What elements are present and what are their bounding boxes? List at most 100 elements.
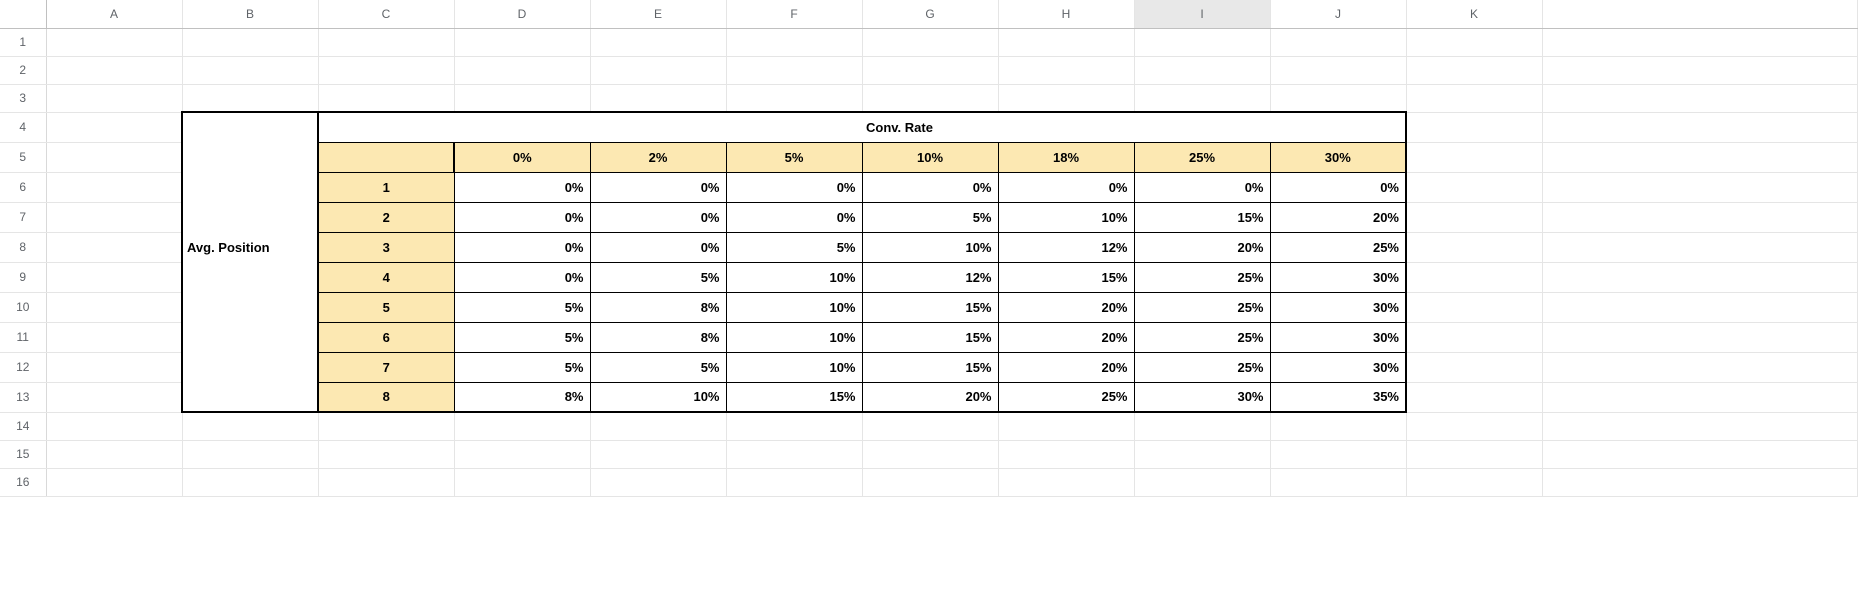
cell-E4[interactable] [590, 112, 726, 142]
cell-A8[interactable] [46, 232, 182, 262]
cell-A14[interactable] [46, 412, 182, 440]
avg-position-header-1[interactable]: 2 [318, 202, 454, 232]
cell-A1[interactable] [46, 28, 182, 56]
cell-I2[interactable] [1134, 56, 1270, 84]
cell-K10[interactable] [1406, 292, 1542, 322]
cell-K3[interactable] [1406, 84, 1542, 112]
row-header-2[interactable]: 2 [0, 56, 46, 84]
cell-B4[interactable] [182, 112, 318, 142]
conv-rate-header-0[interactable]: 0% [454, 142, 590, 172]
data-cell-r4-c6[interactable]: 30% [1270, 292, 1406, 322]
cell-C14[interactable] [318, 412, 454, 440]
col-header-H[interactable]: H [998, 0, 1134, 28]
data-cell-r2-c4[interactable]: 12% [998, 232, 1134, 262]
col-header-K[interactable]: K [1406, 0, 1542, 28]
data-cell-r2-c1[interactable]: 0% [590, 232, 726, 262]
data-cell-r6-c1[interactable]: 5% [590, 352, 726, 382]
cell-A11[interactable] [46, 322, 182, 352]
data-cell-r2-c5[interactable]: 20% [1134, 232, 1270, 262]
data-cell-r6-c0[interactable]: 5% [454, 352, 590, 382]
row-header-9[interactable]: 9 [0, 262, 46, 292]
data-cell-r3-c1[interactable]: 5% [590, 262, 726, 292]
data-cell-r5-c2[interactable]: 10% [726, 322, 862, 352]
cell-B11[interactable] [182, 322, 318, 352]
cell-C15[interactable] [318, 440, 454, 468]
row-header-3[interactable]: 3 [0, 84, 46, 112]
cell-A15[interactable] [46, 440, 182, 468]
cell-K8[interactable] [1406, 232, 1542, 262]
row-header-16[interactable]: 16 [0, 468, 46, 496]
row-header-7[interactable]: 7 [0, 202, 46, 232]
col-header-J[interactable]: J [1270, 0, 1406, 28]
cell-D16[interactable] [454, 468, 590, 496]
cell-H1[interactable] [998, 28, 1134, 56]
cell-D1[interactable] [454, 28, 590, 56]
cell-G16[interactable] [862, 468, 998, 496]
data-cell-r6-c3[interactable]: 15% [862, 352, 998, 382]
data-cell-r3-c5[interactable]: 25% [1134, 262, 1270, 292]
data-cell-r5-c5[interactable]: 25% [1134, 322, 1270, 352]
col-header-F[interactable]: F [726, 0, 862, 28]
cell-K12[interactable] [1406, 352, 1542, 382]
cell-E14[interactable] [590, 412, 726, 440]
row-header-14[interactable]: 14 [0, 412, 46, 440]
cell-F2[interactable] [726, 56, 862, 84]
cell-K9[interactable] [1406, 262, 1542, 292]
cell-G15[interactable] [862, 440, 998, 468]
cell-D15[interactable] [454, 440, 590, 468]
data-cell-r1-c2[interactable]: 0% [726, 202, 862, 232]
cell-J2[interactable] [1270, 56, 1406, 84]
cell-A5[interactable] [46, 142, 182, 172]
avg-position-header-4[interactable]: 5 [318, 292, 454, 322]
cell-A12[interactable] [46, 352, 182, 382]
cell-F4[interactable] [726, 112, 862, 142]
cell-H14[interactable] [998, 412, 1134, 440]
cell-I3[interactable] [1134, 84, 1270, 112]
row-header-12[interactable]: 12 [0, 352, 46, 382]
cell-J14[interactable] [1270, 412, 1406, 440]
grid-table[interactable]: ABCDEFGHIJK1234Conv. Rate50%2%5%10%18%25… [0, 0, 1858, 497]
data-cell-r2-c6[interactable]: 25% [1270, 232, 1406, 262]
col-header-E[interactable]: E [590, 0, 726, 28]
cell-K11[interactable] [1406, 322, 1542, 352]
cell-K16[interactable] [1406, 468, 1542, 496]
cell-E16[interactable] [590, 468, 726, 496]
cell-B6[interactable] [182, 172, 318, 202]
cell-K5[interactable] [1406, 142, 1542, 172]
conv-rate-header-5[interactable]: 25% [1134, 142, 1270, 172]
data-cell-r2-c0[interactable]: 0% [454, 232, 590, 262]
data-cell-r1-c4[interactable]: 10% [998, 202, 1134, 232]
cell-A10[interactable] [46, 292, 182, 322]
cell-H4[interactable] [998, 112, 1134, 142]
cell-F16[interactable] [726, 468, 862, 496]
row-header-10[interactable]: 10 [0, 292, 46, 322]
conv-rate-header-6[interactable]: 30% [1270, 142, 1406, 172]
cell-K15[interactable] [1406, 440, 1542, 468]
avg-position-header-6[interactable]: 7 [318, 352, 454, 382]
conv-rate-header-3[interactable]: 10% [862, 142, 998, 172]
data-cell-r5-c4[interactable]: 20% [998, 322, 1134, 352]
data-cell-r7-c6[interactable]: 35% [1270, 382, 1406, 412]
cell-I15[interactable] [1134, 440, 1270, 468]
cell-B13[interactable] [182, 382, 318, 412]
row-header-8[interactable]: 8 [0, 232, 46, 262]
col-header-C[interactable]: C [318, 0, 454, 28]
data-cell-r7-c3[interactable]: 20% [862, 382, 998, 412]
cell-A13[interactable] [46, 382, 182, 412]
cell-B14[interactable] [182, 412, 318, 440]
data-cell-r4-c4[interactable]: 20% [998, 292, 1134, 322]
data-cell-r3-c2[interactable]: 10% [726, 262, 862, 292]
cell-K4[interactable] [1406, 112, 1542, 142]
cell-J1[interactable] [1270, 28, 1406, 56]
cell-B10[interactable] [182, 292, 318, 322]
data-cell-r1-c6[interactable]: 20% [1270, 202, 1406, 232]
data-cell-r4-c1[interactable]: 8% [590, 292, 726, 322]
cell-C1[interactable] [318, 28, 454, 56]
cell-I16[interactable] [1134, 468, 1270, 496]
data-cell-r4-c0[interactable]: 5% [454, 292, 590, 322]
data-cell-r5-c6[interactable]: 30% [1270, 322, 1406, 352]
data-cell-r3-c0[interactable]: 0% [454, 262, 590, 292]
cell-E1[interactable] [590, 28, 726, 56]
cell-E15[interactable] [590, 440, 726, 468]
data-cell-r6-c6[interactable]: 30% [1270, 352, 1406, 382]
